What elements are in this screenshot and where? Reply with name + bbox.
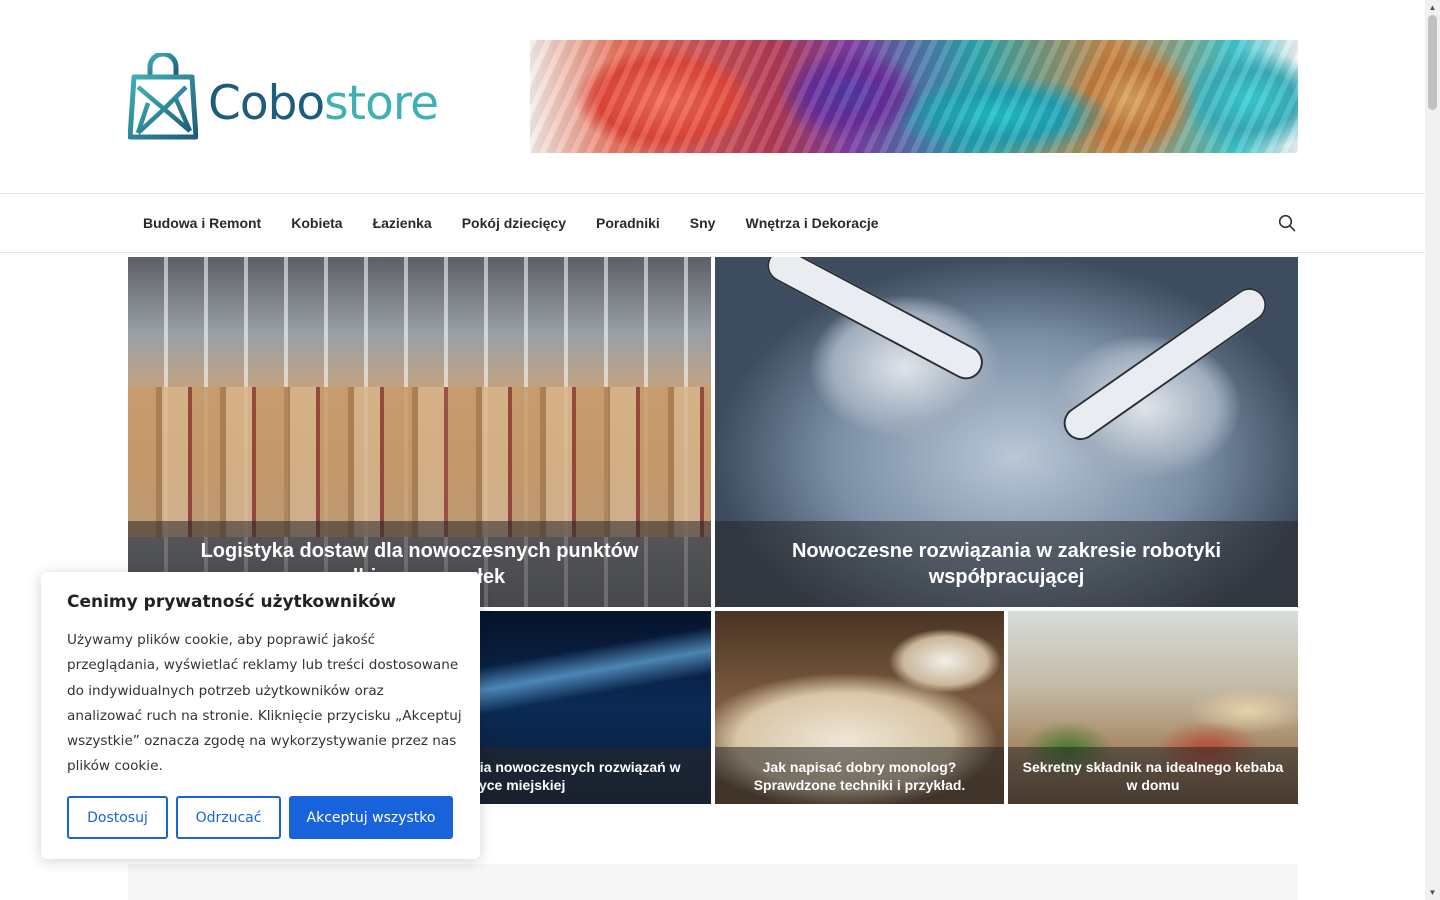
site-logo[interactable]: Cobostore — [128, 52, 458, 142]
logo-wordmark: Cobostore — [208, 68, 439, 127]
nav-menu: Budowa i Remont Kobieta Łazienka Pokój d… — [128, 194, 894, 252]
accept-all-button[interactable]: Akceptuj wszystko — [289, 796, 453, 839]
cookie-dialog-title: Cenimy prywatność użytkowników — [67, 592, 397, 612]
post-title[interactable]: Jak napisać dobry monolog? Sprawdzone te… — [715, 747, 1004, 804]
reject-button[interactable]: Odrzucać — [176, 796, 281, 839]
customize-button[interactable]: Dostosuj — [67, 796, 168, 839]
cookie-consent-dialog: Cenimy prywatność użytkowników Używamy p… — [41, 572, 480, 859]
nav-item-poradniki[interactable]: Poradniki — [581, 215, 675, 231]
site-header: Cobostore — [0, 0, 1425, 193]
logo-text-cobo: Cobo — [208, 75, 325, 131]
nav-item-lazienka[interactable]: Łazienka — [358, 215, 447, 231]
page-scrollbar[interactable]: ▲ ▼ — [1425, 0, 1440, 900]
search-icon[interactable] — [1278, 214, 1296, 232]
featured-post-logistyka[interactable]: Logistyka dostaw dla nowoczesnych punktó… — [128, 257, 711, 607]
featured-post-robotyka[interactable]: Nowoczesne rozwiązania w zakresie roboty… — [715, 257, 1298, 607]
post-title[interactable]: Sekretny składnik na idealnego kebaba w … — [1008, 747, 1298, 804]
featured-post-kebab[interactable]: Sekretny składnik na idealnego kebaba w … — [1008, 611, 1298, 804]
shopping-bag-logo-icon — [128, 53, 198, 140]
content-section-placeholder — [128, 864, 1298, 900]
nav-item-budowa-i-remont[interactable]: Budowa i Remont — [128, 215, 276, 231]
nav-item-pokoj-dzieciecy[interactable]: Pokój dziecięcy — [447, 215, 581, 231]
scroll-down-arrow-icon[interactable]: ▼ — [1428, 888, 1437, 897]
nav-item-kobieta[interactable]: Kobieta — [276, 215, 357, 231]
scrollbar-thumb[interactable] — [1428, 15, 1437, 110]
nav-item-wnetrza-i-dekoracje[interactable]: Wnętrza i Dekoracje — [730, 215, 893, 231]
post-title[interactable]: Nowoczesne rozwiązania w zakresie roboty… — [715, 521, 1298, 607]
header-banner-image[interactable] — [530, 40, 1298, 153]
main-navigation: Budowa i Remont Kobieta Łazienka Pokój d… — [0, 193, 1425, 253]
nav-item-sny[interactable]: Sny — [675, 215, 731, 231]
featured-post-monolog[interactable]: Jak napisać dobry monolog? Sprawdzone te… — [715, 611, 1004, 804]
logo-text-store: store — [324, 75, 439, 131]
cookie-dialog-text: Używamy plików cookie, aby poprawić jako… — [67, 632, 462, 775]
scroll-up-arrow-icon[interactable]: ▲ — [1428, 3, 1437, 12]
